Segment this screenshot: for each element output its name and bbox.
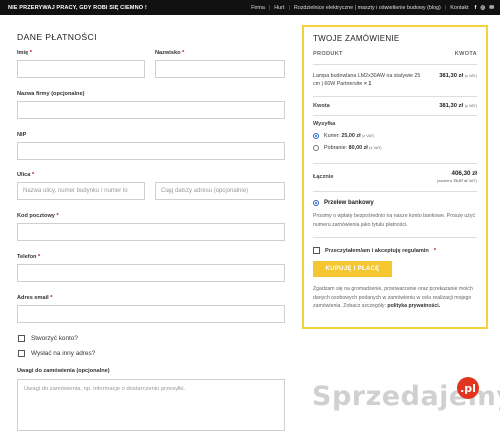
required-mark: * — [433, 247, 437, 254]
payment-section: Przelew bankowy Prosimy o wpłatę bezpośr… — [313, 192, 477, 239]
checkbox-box[interactable] — [18, 350, 25, 357]
notes-textarea[interactable]: Uwagi do zamówienia, np. informacje o do… — [17, 379, 285, 431]
total-label: Łącznie — [313, 174, 334, 181]
watermark-badge: .pl — [457, 377, 479, 399]
nav-separator: | — [288, 4, 290, 11]
create-account-label: Stworzyć konto? — [31, 335, 78, 342]
total-row: Łącznie 406,30 zł (zawiera 75,97 zł VAT) — [313, 164, 477, 193]
terms-label: Przeczytałem/am i akceptuję regulamin — [325, 247, 429, 254]
payment-method: Przelew bankowy — [324, 200, 374, 207]
checkbox-box[interactable] — [313, 247, 320, 255]
street-placeholder: Nazwa ulicy, numer budynku / numer lo — [23, 188, 128, 194]
nav-separator: | — [268, 4, 271, 11]
subtotal-row: Kwota 381,30 zł (z VAT) — [313, 97, 477, 117]
company-label: Nazwa firmy (opcjonalne) — [17, 91, 85, 97]
total-value: 406,30 zł (zawiera 75,97 zł VAT) — [436, 170, 477, 184]
nav-link-firma[interactable]: Firma — [251, 5, 265, 11]
last-name-input[interactable] — [155, 60, 285, 78]
item-name: Lampa budowlana LM2x30AW na statywie 25 … — [313, 73, 421, 87]
create-account-checkbox[interactable]: Stworzyć konto? — [18, 335, 78, 342]
shipping-option-cod[interactable]: Pobranie: 80,00 zł (z VAT) — [313, 145, 477, 152]
order-title: TWOJE ZAMÓWIENIE — [313, 34, 400, 43]
consent-text: Zgadzam się na gromadzenie, przetwarzani… — [313, 286, 473, 310]
privacy-policy-link[interactable]: polityka prywatności. — [387, 303, 440, 309]
promo-text: NIE PRZERYWAJ PRACY, GDY ROBI SIĘ CIEMNO… — [8, 4, 147, 11]
social-links: f ◎ ✉ — [475, 5, 494, 11]
radio-selected[interactable] — [313, 200, 319, 207]
notes-placeholder: Uwagi do zamówienia, np. informacje o do… — [24, 386, 186, 392]
billing-section: DANE PŁATNOŚCI — [17, 32, 285, 51]
postcode-input[interactable] — [17, 223, 285, 241]
buy-button[interactable]: KUPUJĘ I PŁACĘ — [313, 261, 392, 278]
order-item-row: Lampa budowlana LM2x30AW na statywie 25 … — [313, 65, 477, 98]
billing-title: DANE PŁATNOŚCI — [17, 32, 97, 42]
col-product: PRODUKT — [313, 51, 343, 57]
phone-label: Telefon * — [17, 254, 41, 260]
payment-description: Prosimy o wpłatę bezpośrednio na nasze k… — [313, 212, 477, 239]
first-name-label: Imię * — [17, 50, 32, 56]
nav-separator: | — [444, 4, 447, 11]
payment-option-transfer[interactable]: Przelew bankowy — [313, 200, 477, 207]
nav-link-kontakt[interactable]: Kontakt — [450, 5, 468, 11]
courier-text: Kurier: 25,00 zł (z VAT) — [324, 133, 375, 140]
postcode-label: Kod pocztowy * — [17, 213, 59, 219]
top-bar: NIE PRZERYWAJ PRACY, GDY ROBI SIĘ CIEMNO… — [0, 0, 500, 15]
nip-input[interactable] — [17, 142, 285, 160]
nav-link-hurt[interactable]: Hurt — [274, 5, 284, 11]
nip-label: NIP — [17, 132, 27, 138]
email-icon[interactable]: ✉ — [489, 5, 494, 11]
cod-text: Pobranie: 80,00 zł (z VAT) — [324, 145, 382, 152]
order-table-header: PRODUKT KWOTA — [313, 51, 477, 65]
shipping-option-courier[interactable]: Kurier: 25,00 zł (z VAT) — [313, 133, 477, 140]
radio-unselected[interactable] — [313, 145, 319, 152]
subtotal-value: 381,30 zł (z VAT) — [439, 103, 477, 110]
shipping-section: Wysyłka Kurier: 25,00 zł (z VAT) Pobrani… — [313, 116, 477, 165]
ship-elsewhere-checkbox[interactable]: Wysłać na inny adres? — [18, 350, 95, 357]
terms-checkbox[interactable]: Przeczytałem/am i akceptuję regulamin * — [313, 247, 477, 255]
radio-selected[interactable] — [313, 133, 319, 140]
street2-placeholder: Ciąg dalszy adresu (opcjonalnie) — [161, 188, 249, 194]
col-amount: KWOTA — [454, 51, 477, 57]
email-label: Adres email * — [17, 295, 53, 301]
facebook-icon[interactable]: f — [475, 5, 477, 11]
company-input[interactable] — [17, 101, 285, 119]
shipping-label: Wysyłka — [313, 121, 336, 128]
top-nav: Firma | Hurt | Rozdzielnice elektryczne … — [251, 5, 468, 11]
item-qty: × 1 — [363, 80, 372, 87]
street-label: Ulica * — [17, 172, 35, 178]
order-summary: TWOJE ZAMÓWIENIE PRODUKT KWOTA Lampa bud… — [302, 25, 488, 329]
ship-elsewhere-label: Wysłać na inny adres? — [31, 350, 96, 357]
street-input[interactable]: Nazwa ulicy, numer budynku / numer lo — [17, 182, 145, 200]
street2-input[interactable]: Ciąg dalszy adresu (opcjonalnie) — [155, 182, 285, 200]
email-input[interactable] — [17, 305, 285, 323]
nav-link-blog[interactable]: Rozdzielnice elektryczne | maszty i oświ… — [294, 5, 441, 11]
subtotal-label: Kwota — [313, 103, 330, 110]
total-vat-note: (zawiera 75,97 zł VAT) — [436, 178, 477, 184]
item-price: 381,30 zł (z VAT) — [439, 73, 477, 79]
instagram-icon[interactable]: ◎ — [480, 5, 485, 11]
notes-label: Uwagi do zamówienia (opcjonalne) — [17, 368, 110, 374]
checkbox-box[interactable] — [18, 335, 25, 342]
first-name-input[interactable] — [17, 60, 145, 78]
phone-input[interactable] — [17, 264, 285, 282]
last-name-label: Nazwisko * — [155, 50, 185, 56]
